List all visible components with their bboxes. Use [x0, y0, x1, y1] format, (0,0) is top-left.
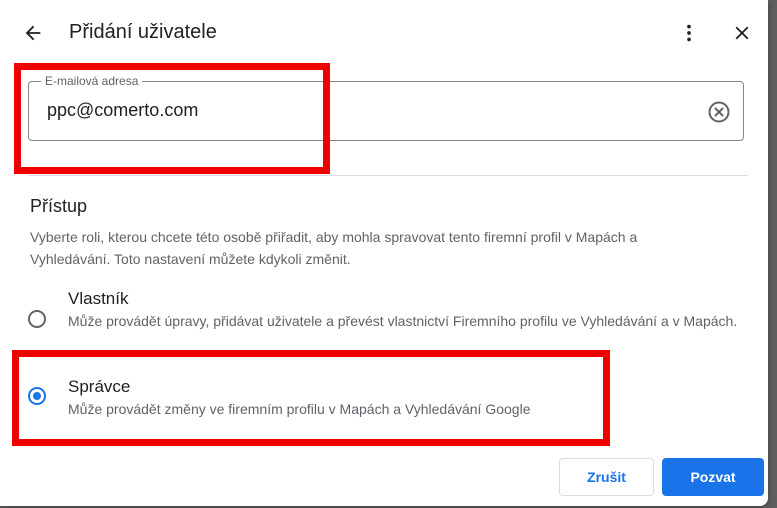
more-vert-icon — [687, 24, 691, 42]
clear-email-button[interactable] — [707, 100, 731, 124]
manager-label: Správce — [68, 377, 131, 396]
back-button[interactable] — [17, 17, 49, 49]
email-field[interactable]: E-mailová adresa — [28, 74, 744, 141]
close-button[interactable] — [726, 17, 758, 49]
dialog-title: Přidání uživatele — [69, 21, 217, 43]
manager-description: Může provádět změny ve firemním profilu … — [68, 401, 531, 417]
more-options-button[interactable] — [673, 17, 705, 49]
access-section-description: Vyberte roli, kterou chcete této osobě p… — [30, 229, 638, 267]
section-divider — [28, 175, 748, 176]
owner-radio[interactable] — [28, 310, 46, 328]
role-option-owner[interactable]: Vlastník Může provádět úpravy, přidávat … — [24, 288, 744, 350]
cancel-button[interactable]: Zrušit — [559, 458, 654, 496]
close-icon — [735, 26, 749, 40]
manager-radio[interactable] — [28, 387, 46, 405]
owner-description: Může provádět úpravy, přidávat uživatele… — [68, 313, 738, 329]
owner-label: Vlastník — [68, 289, 129, 308]
email-field-label: E-mailová adresa — [41, 74, 143, 88]
clear-circle-icon — [708, 101, 730, 123]
access-section-title: Přístup — [30, 196, 88, 216]
invite-button[interactable]: Pozvat — [662, 458, 764, 496]
email-input[interactable] — [47, 100, 687, 121]
role-option-manager[interactable]: Správce Může provádět změny ve firemním … — [24, 376, 744, 420]
add-user-dialog: Přidání uživatele E-mailová adresa Příst… — [0, 0, 768, 506]
arrow-back-icon — [25, 25, 41, 41]
